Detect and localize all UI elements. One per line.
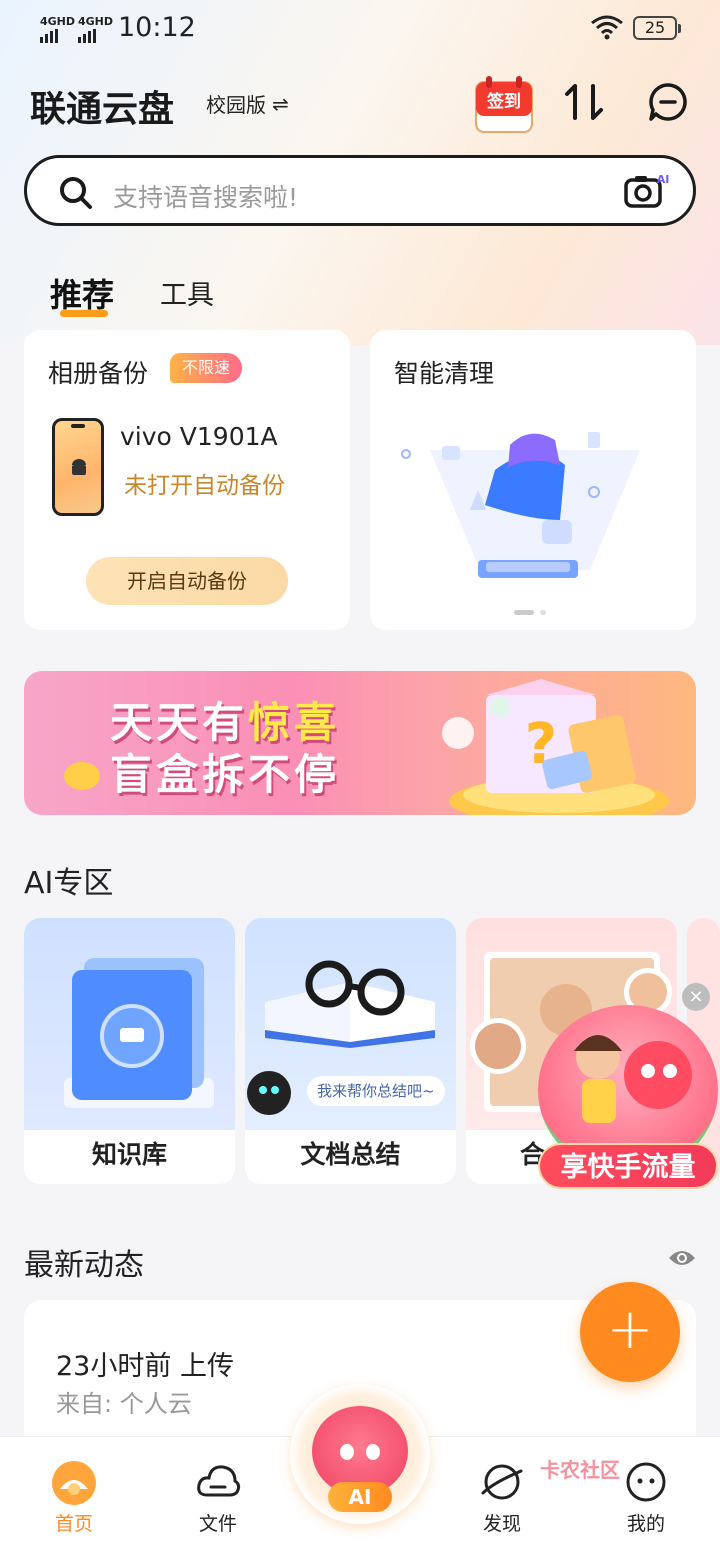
nav-mine-label: 我的 <box>626 1513 665 1535</box>
banner-line-2: 盲盒拆不停 <box>110 750 341 799</box>
photo-backup-card[interactable]: 相册备份 不限速 vivo V1901A 未打开自动备份 开启自动备份 <box>24 330 350 630</box>
backup-card-title: 相册备份 <box>48 359 149 388</box>
unlimited-speed-badge: 不限速 <box>170 353 243 383</box>
search-input[interactable]: 支持语音搜索啦! <box>113 178 298 214</box>
nav-ai-label: AI <box>328 1482 392 1512</box>
nav-discover-label: 发现 <box>482 1513 521 1535</box>
backup-status: 未打开自动备份 <box>124 473 285 499</box>
android-icon <box>72 459 86 475</box>
clock: 10:12 <box>118 12 196 43</box>
doc-summary-label: 文档总结 <box>300 1140 401 1169</box>
enable-auto-backup-button[interactable]: 开启自动备份 <box>86 557 288 605</box>
battery-indicator: 25 <box>633 16 681 40</box>
sim2-label: 4GHD <box>78 15 114 28</box>
status-bar: 4GHD 4GHD 10:12 25 <box>0 0 720 60</box>
kuaishou-traffic-promo[interactable]: 享快手流量 <box>538 1005 718 1189</box>
nav-ai-assistant[interactable]: AI <box>290 1384 430 1524</box>
smart-clean-card[interactable]: 智能清理 <box>370 330 696 630</box>
ai-badge: AI <box>657 173 670 186</box>
eye-icon[interactable] <box>667 1247 697 1269</box>
nav-files[interactable]: 文件 <box>158 1437 278 1544</box>
ai-zone-title: AI专区 <box>24 866 114 901</box>
activity-source: 来自: 个人云 <box>56 1390 192 1418</box>
app-title: 联通云盘 <box>30 89 175 130</box>
edition-label: 校园版 <box>206 93 266 117</box>
switch-icon: ⇌ <box>272 91 289 116</box>
signin-calendar-icon[interactable]: 签到 <box>472 72 536 136</box>
signal-icon: 4GHD <box>78 16 113 43</box>
doc-summary-image: 我来帮你总结吧~ <box>245 918 456 1130</box>
transfer-icon[interactable] <box>563 82 607 122</box>
activity-time-action: 23小时前 上传 <box>56 1351 234 1382</box>
coin-icon <box>64 762 100 790</box>
home-icon <box>52 1461 96 1505</box>
profile-icon <box>626 1462 666 1502</box>
nav-home[interactable]: 首页 <box>14 1437 134 1544</box>
nav-home-label: 首页 <box>54 1513 93 1535</box>
clean-card-title: 智能清理 <box>394 359 495 388</box>
wifi-icon <box>591 15 623 40</box>
gift-box-illustration: ? <box>442 679 669 815</box>
search-icon <box>60 177 92 209</box>
message-icon[interactable] <box>648 82 688 122</box>
search-bar[interactable]: 支持语音搜索啦! AI <box>24 155 696 226</box>
knowledge-base-label: 知识库 <box>91 1140 167 1169</box>
blind-box-banner[interactable]: 天天有惊喜 盲盒拆不停 ? <box>24 671 696 815</box>
watermark: 卡农社区 <box>540 1458 620 1482</box>
knowledge-base-card[interactable]: 知识库 <box>24 918 235 1184</box>
summary-speech-bubble: 我来帮你总结吧~ <box>307 1076 445 1106</box>
broom-illustration <box>401 432 640 578</box>
tab-tools[interactable]: 工具 <box>160 273 214 312</box>
sim1-label: 4GHD <box>40 15 76 28</box>
signal-icon: 4GHD <box>40 16 75 43</box>
ai-camera-icon[interactable]: AI <box>623 171 671 211</box>
signin-label: 签到 <box>486 91 521 112</box>
nav-files-label: 文件 <box>198 1513 237 1535</box>
banner-line-1-prefix: 天天有 <box>110 698 249 747</box>
add-button[interactable]: + <box>580 1282 680 1382</box>
knowledge-base-image <box>24 918 235 1130</box>
phone-icon <box>52 418 104 516</box>
planet-icon <box>481 1464 523 1500</box>
knowledge-base-illustration <box>64 958 214 1108</box>
tab-active-indicator <box>60 310 108 317</box>
latest-activity-title: 最新动态 <box>24 1248 144 1283</box>
edition-switch[interactable]: 校园版 ⇌ <box>206 89 289 118</box>
carousel-dots <box>514 610 546 615</box>
doc-summary-card[interactable]: 我来帮你总结吧~ 文档总结 <box>245 918 456 1184</box>
banner-line-1-highlight: 惊喜 <box>248 698 341 747</box>
cloud-icon <box>197 1465 241 1497</box>
promo-label: 享快手流量 <box>538 1143 718 1189</box>
device-name: vivo V1901A <box>120 422 278 451</box>
